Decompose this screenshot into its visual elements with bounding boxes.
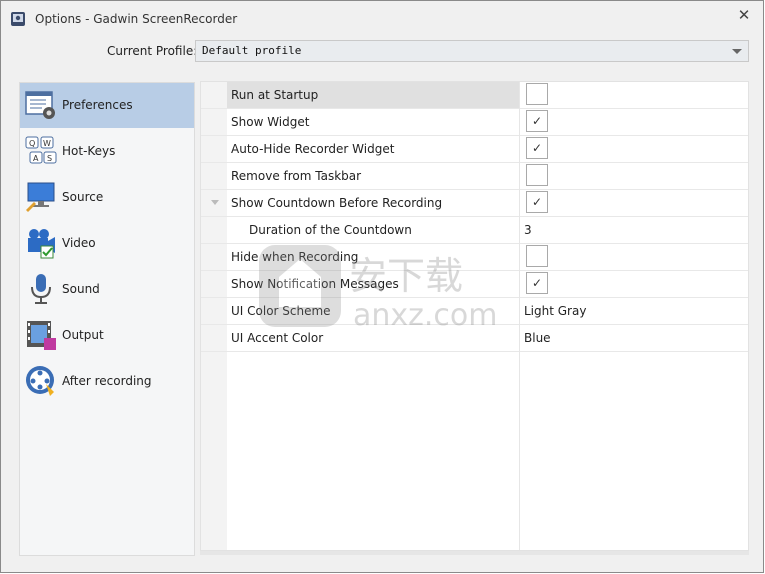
property-name: Remove from Taskbar [231,169,362,183]
preferences-icon [25,91,55,119]
microphone-icon [31,274,51,304]
property-name: Auto-Hide Recorder Widget [231,142,395,156]
property-name-cell: Run at Startup [227,82,519,108]
property-row-auto-hide-widget[interactable]: Auto-Hide Recorder Widget ✓ [201,136,748,163]
sidebar-item-label: Output [62,328,104,342]
watermark-logo: 安下载 anxz.com [259,245,497,333]
property-value-cell: ✓ [520,271,748,297]
run-at-startup-checkbox[interactable] [526,83,548,105]
property-value-cell: ✓ [520,190,748,216]
output-icon [27,321,56,350]
chevron-down-icon [732,49,742,54]
property-name: Show Countdown Before Recording [231,196,443,210]
category-sidebar: Preferences Q W A S Hot-Keys Source Vide… [19,82,195,556]
collapse-triangle-icon[interactable] [211,200,219,205]
sidebar-item-video[interactable]: Video [20,221,194,266]
property-row-run-at-startup[interactable]: Run at Startup [201,82,748,109]
show-notifications-checkbox[interactable]: ✓ [526,272,548,294]
property-row-remove-from-taskbar[interactable]: Remove from Taskbar [201,163,748,190]
property-name-cell: Show Countdown Before Recording [227,190,519,216]
watermark-text-cn: 安下载 [349,254,463,298]
svg-text:W: W [43,139,51,148]
sidebar-item-label: Sound [62,282,100,296]
sidebar-item-label: Hot-Keys [62,144,116,158]
column-separator [519,82,520,550]
property-row-show-countdown[interactable]: Show Countdown Before Recording ✓ [201,190,748,217]
property-value-cell [520,244,748,270]
sidebar-item-label: Source [62,190,104,204]
sidebar-item-label: Preferences [62,98,133,112]
property-name-cell: Auto-Hide Recorder Widget [227,136,519,162]
title-bar: Options - Gadwin ScreenRecorder ✕ [1,1,763,35]
close-icon[interactable]: ✕ [733,5,755,25]
profile-dropdown[interactable]: Default profile [195,40,749,62]
watermark-text-en: anxz.com [353,298,497,333]
sidebar-item-output[interactable]: Output [20,313,194,358]
ui-accent-color-field[interactable]: Blue [520,325,748,351]
svg-text:A: A [33,154,39,163]
profile-label: Current Profile: [107,44,198,58]
grid-bottom-strip [200,551,749,555]
options-window: Options - Gadwin ScreenRecorder ✕ Curren… [0,0,764,573]
svg-text:Q: Q [29,139,35,148]
property-name: Run at Startup [231,88,319,102]
sidebar-item-hotkeys[interactable]: Q W A S Hot-Keys [20,129,194,174]
source-icon [26,182,55,212]
property-value-cell [520,82,748,108]
countdown-duration-field[interactable]: 3 [520,217,748,243]
app-icon [11,12,25,26]
sidebar-item-preferences[interactable]: Preferences [20,83,194,128]
property-value-cell: ✓ [520,109,748,135]
video-icon [28,229,55,259]
sidebar-item-sound[interactable]: Sound [20,267,194,312]
property-row-show-widget[interactable]: Show Widget ✓ [201,109,748,136]
property-name-cell: Remove from Taskbar [227,163,519,189]
hide-when-recording-checkbox[interactable] [526,245,548,267]
after-recording-icon [26,366,54,396]
show-countdown-checkbox[interactable]: ✓ [526,191,548,213]
property-value-cell [520,163,748,189]
sidebar-item-after-recording[interactable]: After recording [20,359,194,404]
property-value-cell: ✓ [520,136,748,162]
property-value: Light Gray [524,304,587,318]
sidebar-item-label: Video [62,236,96,250]
remove-from-taskbar-checkbox[interactable] [526,164,548,186]
property-value: 3 [524,223,532,237]
property-value: Blue [524,331,551,345]
property-name: Show Widget [231,115,310,129]
property-name: Duration of the Countdown [249,223,412,237]
auto-hide-widget-checkbox[interactable]: ✓ [526,137,548,159]
hotkeys-icon: Q W A S [25,136,57,164]
show-widget-checkbox[interactable]: ✓ [526,110,548,132]
ui-color-scheme-field[interactable]: Light Gray [520,298,748,324]
profile-value: Default profile [202,44,302,57]
sidebar-item-source[interactable]: Source [20,175,194,220]
sidebar-item-label: After recording [62,374,152,388]
property-name-cell: Show Widget [227,109,519,135]
window-title: Options - Gadwin ScreenRecorder [35,12,238,26]
svg-text:S: S [47,154,52,163]
